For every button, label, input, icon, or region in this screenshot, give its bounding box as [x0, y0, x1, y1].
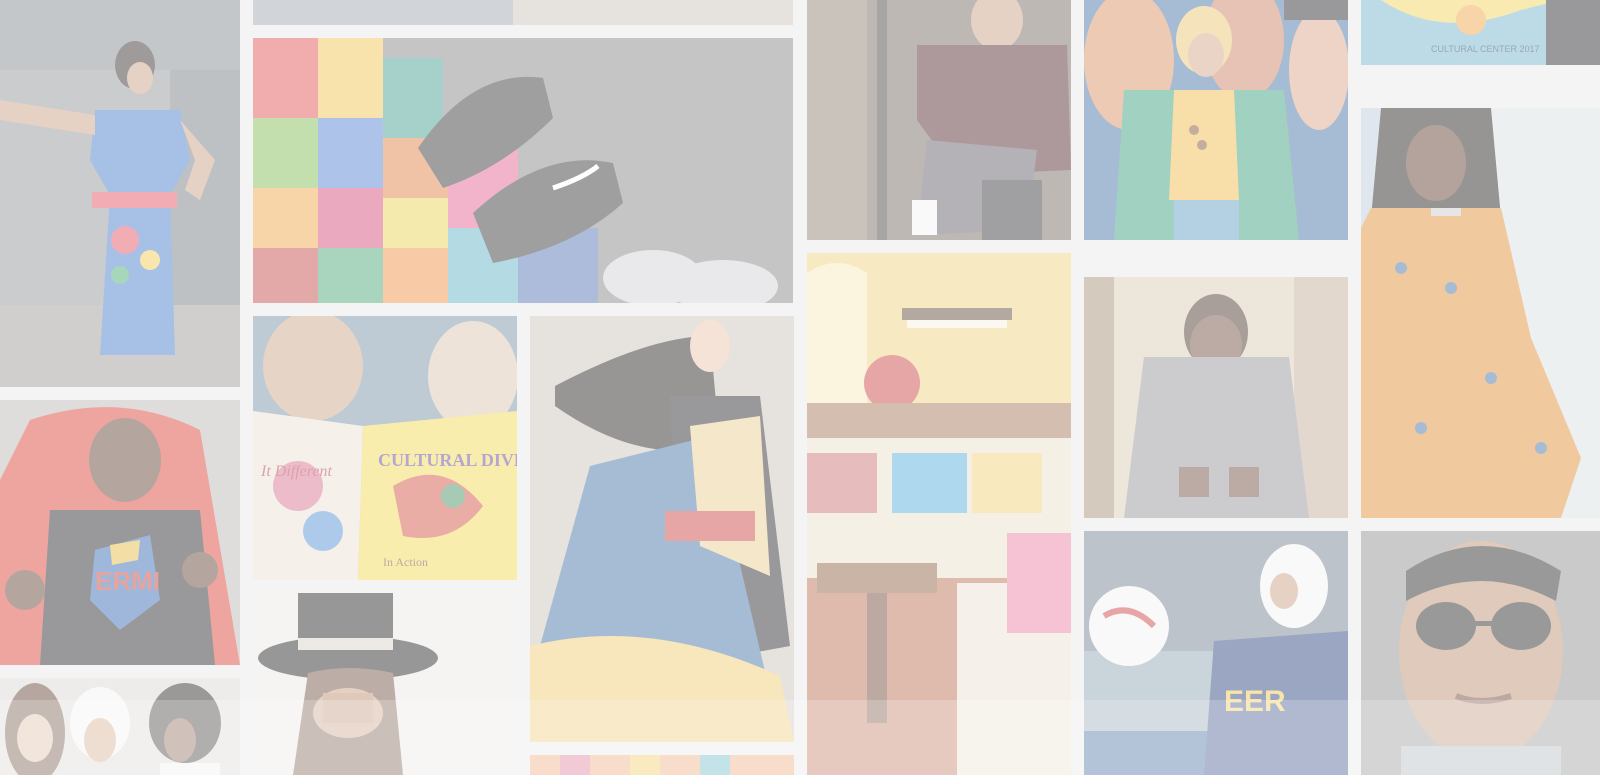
man-sunglasses-portrait-photo — [1361, 531, 1600, 775]
cultural-diversity-book-photo: It Different CULTURAL DIVERSIT In Action — [253, 316, 517, 580]
mural-photo-art — [1084, 0, 1348, 240]
man-superman-shirt-hoodie-photo: ERMI — [0, 400, 240, 665]
poster-photo-art: CULTURAL CENTER 2017 — [1361, 0, 1600, 65]
living-room-photo-art — [807, 253, 1071, 775]
hat-photo-art — [253, 593, 517, 775]
orange-outfit-photo-art — [1361, 108, 1600, 518]
book-right-text: CULTURAL DIVERSIT — [378, 450, 517, 470]
woman-kimono-fashion-photo — [530, 316, 794, 742]
three-women-photo-art — [0, 678, 240, 775]
poster-text: CULTURAL CENTER 2017 — [1431, 44, 1540, 54]
sweatshirt-text: EER — [1224, 685, 1286, 718]
man-varsity-jacket-photo — [807, 0, 1071, 240]
woman-blue-embroidered-dress-photo — [0, 0, 240, 387]
cultural-center-poster-photo: CULTURAL CENTER 2017 — [1361, 0, 1600, 65]
photo-collage-background: ERMI It Different CULTURAL DIV In Action… — [0, 0, 1600, 775]
patterned-sneaker-ad-photo — [253, 38, 793, 303]
kimono-photo-art — [530, 316, 794, 742]
pattern-strip-art — [530, 755, 794, 775]
living-room-interior-photo — [807, 253, 1071, 775]
dress-photo-art — [0, 0, 240, 387]
woman-black-hat-photo — [253, 593, 517, 775]
bottom-fade-overlay — [0, 700, 1600, 775]
top-partial-strip-photo — [253, 0, 793, 25]
woman-hijab-soccer-photo: EER — [1084, 531, 1348, 775]
soccer-photo-art: EER — [1084, 531, 1348, 775]
woman-mural-green-cardigan-photo — [1084, 0, 1348, 240]
superman-photo-art: ERMI — [0, 400, 240, 665]
shirt-text: ERMI — [95, 566, 160, 596]
grey-hoodie-photo-art — [1084, 277, 1348, 518]
sunglasses-photo-art — [1361, 531, 1600, 775]
book-photo-art: It Different CULTURAL DIVERSIT In Action — [253, 316, 517, 580]
bottom-pattern-strip-photo — [530, 755, 794, 775]
woman-orange-print-outfit-photo — [1361, 108, 1600, 518]
man-grey-hoodie-photo — [1084, 277, 1348, 518]
sneaker-photo-art — [253, 38, 793, 303]
book-left-text: It Different — [260, 463, 333, 480]
varsity-photo-art — [807, 0, 1071, 240]
three-women-portrait-photo — [0, 678, 240, 775]
book-bottom-text: In Action — [383, 555, 428, 569]
strip-photo-art — [253, 0, 793, 25]
